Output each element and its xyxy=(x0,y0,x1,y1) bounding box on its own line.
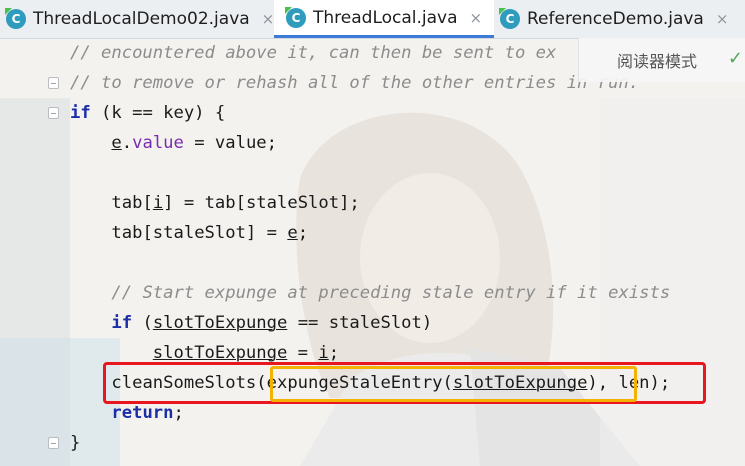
code-line-2: // to remove or rehash all of the other … xyxy=(70,73,640,93)
java-class-icon: C xyxy=(499,8,520,29)
java-class-icon: C xyxy=(285,6,306,28)
editor-tab-bar: C ThreadLocalDemo02.java × C ThreadLocal… xyxy=(0,0,745,39)
fold-marker-icon[interactable] xyxy=(48,77,59,89)
code-line-10: if (slotToExpunge == staleSlot) xyxy=(111,313,433,333)
close-icon[interactable]: × xyxy=(262,10,275,28)
code-line-3: if (k == key) { xyxy=(70,103,226,123)
check-icon: ✓ xyxy=(727,48,743,69)
tab-referencedemo[interactable]: C ReferenceDemo.java × xyxy=(499,0,729,38)
tab-label: ThreadLocal.java xyxy=(313,7,458,28)
fold-marker-icon[interactable] xyxy=(48,437,59,449)
tab-threadlocaldemo02[interactable]: C ThreadLocalDemo02.java × xyxy=(5,0,275,38)
tab-label: ReferenceDemo.java xyxy=(527,9,704,29)
tab-threadlocal[interactable]: C ThreadLocal.java × xyxy=(274,0,495,38)
code-line-7: tab[staleSlot] = e; xyxy=(111,223,309,243)
reader-mode-button[interactable]: 阅读器模式 ✓ xyxy=(578,38,745,82)
code-line-14: } xyxy=(70,433,81,453)
fold-marker-icon[interactable] xyxy=(48,107,59,119)
code-line-4: e.value = value; xyxy=(111,133,278,153)
highlight-box-inner xyxy=(270,366,637,402)
code-line-1: // encountered above it, can then be sen… xyxy=(70,43,557,63)
close-icon[interactable]: × xyxy=(470,9,483,27)
tab-label: ThreadLocalDemo02.java xyxy=(33,9,250,29)
code-line-6: tab[i] = tab[staleSlot]; xyxy=(111,193,360,213)
java-class-icon: C xyxy=(5,8,26,29)
code-line-9: // Start expunge at preceding stale entr… xyxy=(111,283,671,303)
close-icon[interactable]: × xyxy=(716,10,729,28)
reader-mode-label: 阅读器模式 xyxy=(617,52,698,71)
